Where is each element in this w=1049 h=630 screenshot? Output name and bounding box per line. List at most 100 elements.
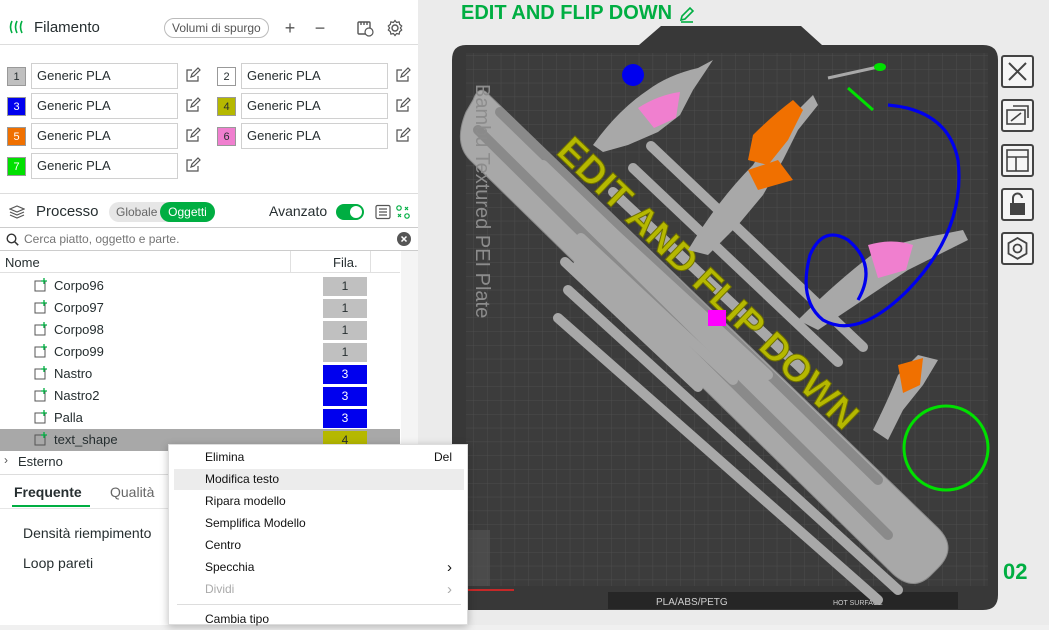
sync-ams-icon[interactable] xyxy=(354,17,376,39)
edit-filament-icon[interactable] xyxy=(395,127,411,143)
edit-filament-icon[interactable] xyxy=(185,67,201,83)
filament-slot[interactable]: 4 Generic PLA xyxy=(217,93,417,119)
column-divider xyxy=(370,251,371,273)
menu-item-label: Elimina xyxy=(205,450,245,464)
add-filament-button[interactable]: + xyxy=(279,17,301,39)
compare-icon[interactable] xyxy=(395,204,411,220)
context-menu-item[interactable]: Semplifica Modello xyxy=(174,513,464,534)
object-filament-cell[interactable]: 1 xyxy=(323,277,367,296)
object-name: Corpo99 xyxy=(54,344,104,359)
filament-name-combo[interactable]: Generic PLA xyxy=(31,123,178,149)
context-menu-item[interactable]: Centro xyxy=(174,535,464,556)
filament-slot[interactable]: 7 Generic PLA xyxy=(7,153,207,179)
filament-name-combo[interactable]: Generic PLA xyxy=(31,63,178,89)
arrange-icon[interactable] xyxy=(1001,144,1034,177)
menu-item-label: Modifica testo xyxy=(205,472,280,486)
remove-filament-button[interactable]: − xyxy=(309,17,331,39)
object-list-scrollbar[interactable] xyxy=(401,251,418,451)
object-row[interactable]: Palla 3 xyxy=(0,407,400,429)
object-row[interactable]: Corpo99 1 xyxy=(0,341,400,363)
menu-item-shortcut: Del xyxy=(433,450,452,464)
filament-color-swatch[interactable]: 2 xyxy=(217,67,236,86)
object-part-icon xyxy=(34,432,48,446)
context-menu-item[interactable]: Elimina Del xyxy=(174,447,464,468)
object-filament-cell[interactable]: 3 xyxy=(323,387,367,406)
external-label: Esterno xyxy=(18,454,63,469)
filament-settings-gear-icon[interactable] xyxy=(384,17,406,39)
edit-filament-icon[interactable] xyxy=(185,127,201,143)
filament-color-swatch[interactable]: 6 xyxy=(217,127,236,146)
global-objects-toggle[interactable]: Globale Oggetti xyxy=(109,202,215,222)
filament-slot[interactable]: 1 Generic PLA xyxy=(7,63,207,89)
auto-orient-icon[interactable] xyxy=(1001,99,1034,132)
filament-color-swatch[interactable]: 7 xyxy=(7,157,26,176)
filament-name-combo[interactable]: Generic PLA xyxy=(241,93,388,119)
context-menu-item[interactable]: Specchia › xyxy=(174,557,464,578)
search-icon xyxy=(6,233,19,246)
object-part-icon xyxy=(34,344,48,358)
filament-color-swatch[interactable]: 5 xyxy=(7,127,26,146)
column-divider xyxy=(290,251,291,273)
tab-frequent[interactable]: Frequente xyxy=(14,484,82,500)
object-name: text_shape xyxy=(54,432,118,447)
filament-name-combo[interactable]: Generic PLA xyxy=(31,93,178,119)
edit-filament-icon[interactable] xyxy=(395,67,411,83)
filament-color-swatch[interactable]: 4 xyxy=(217,97,236,116)
context-menu-item[interactable]: Cambia tipo xyxy=(174,609,464,630)
object-part-icon xyxy=(34,410,48,424)
menu-separator xyxy=(177,604,461,605)
context-menu-item: Dividi › xyxy=(174,579,464,600)
object-row[interactable]: Nastro 3 xyxy=(0,363,400,385)
object-name: Corpo98 xyxy=(54,322,104,337)
submenu-chevron-icon: › xyxy=(447,581,452,598)
filament-slot[interactable]: 6 Generic PLA xyxy=(217,123,417,149)
lock-icon[interactable] xyxy=(1001,188,1034,221)
context-menu-item[interactable]: Modifica testo xyxy=(174,469,464,490)
purge-volumes-button[interactable]: Volumi di spurgo xyxy=(164,18,269,38)
object-filament-cell[interactable]: 3 xyxy=(323,409,367,428)
toggle-objects[interactable]: Oggetti xyxy=(160,202,215,222)
advanced-switch[interactable] xyxy=(336,204,364,220)
object-part-icon xyxy=(34,366,48,380)
filament-color-swatch[interactable]: 3 xyxy=(7,97,26,116)
filament-color-swatch[interactable]: 1 xyxy=(7,67,26,86)
search-input[interactable] xyxy=(24,231,384,247)
object-part-icon xyxy=(34,278,48,292)
edit-filament-icon[interactable] xyxy=(185,97,201,113)
menu-item-label: Ripara modello xyxy=(205,494,286,508)
plate-number[interactable]: 02 xyxy=(1003,559,1027,585)
process-title: Processo xyxy=(36,203,99,220)
3d-viewport[interactable]: EDIT AND FLIP DOWN PLA/ABS/PETG HOT SURF… xyxy=(418,0,1049,625)
object-filament-cell[interactable]: 3 xyxy=(323,365,367,384)
plate-settings-icon[interactable] xyxy=(1001,232,1034,265)
object-filament-cell[interactable]: 1 xyxy=(323,321,367,340)
filament-name-combo[interactable]: Generic PLA xyxy=(241,123,388,149)
context-menu-item[interactable]: Ripara modello xyxy=(174,491,464,512)
submenu-chevron-icon: › xyxy=(447,559,452,576)
filament-slot[interactable]: 3 Generic PLA xyxy=(7,93,207,119)
menu-item-label: Dividi xyxy=(205,582,235,596)
edit-filament-icon[interactable] xyxy=(395,97,411,113)
object-name: Palla xyxy=(54,410,83,425)
object-row[interactable]: Corpo98 1 xyxy=(0,319,400,341)
object-filament-cell[interactable]: 1 xyxy=(323,299,367,318)
toggle-global[interactable]: Globale xyxy=(116,205,157,219)
object-filament-cell[interactable]: 1 xyxy=(323,343,367,362)
column-name-header[interactable]: Nome xyxy=(5,255,40,270)
object-part-icon xyxy=(34,388,48,402)
edit-filament-icon[interactable] xyxy=(185,157,201,173)
close-plate-icon[interactable] xyxy=(1001,55,1034,88)
column-filament-header[interactable]: Fila. xyxy=(333,255,358,270)
clear-search-icon[interactable] xyxy=(397,232,411,246)
filament-name-combo[interactable]: Generic PLA xyxy=(31,153,178,179)
object-name: Nastro2 xyxy=(54,388,100,403)
filament-slot[interactable]: 2 Generic PLA xyxy=(217,63,417,89)
chevron-right-icon[interactable]: › xyxy=(4,453,8,467)
filament-slot[interactable]: 5 Generic PLA xyxy=(7,123,207,149)
filament-name-combo[interactable]: Generic PLA xyxy=(241,63,388,89)
object-row[interactable]: Corpo97 1 xyxy=(0,297,400,319)
object-row[interactable]: Corpo96 1 xyxy=(0,275,400,297)
tab-quality[interactable]: Qualità xyxy=(110,484,154,500)
list-view-icon[interactable] xyxy=(375,204,391,220)
object-row[interactable]: Nastro2 3 xyxy=(0,385,400,407)
